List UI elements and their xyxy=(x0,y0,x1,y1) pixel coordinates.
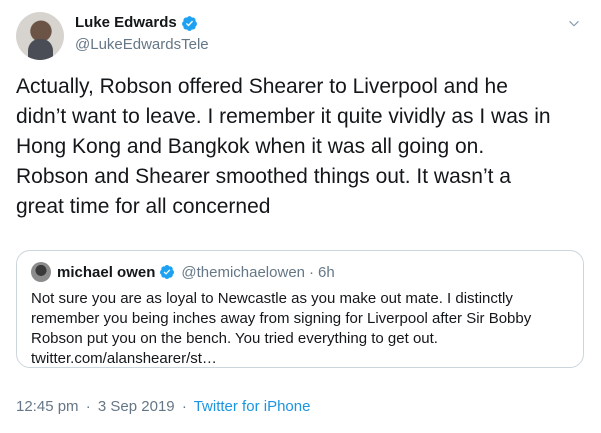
quoted-time: 6h xyxy=(318,263,335,281)
author-name[interactable]: Luke Edwards xyxy=(75,14,177,32)
verified-badge-icon xyxy=(181,15,197,31)
quoted-separator: · xyxy=(309,263,315,281)
quoted-tweet-text: Not sure you are as loyal to Newcastle a… xyxy=(31,290,532,367)
tweet-text: Actually, Robson offered Shearer to Live… xyxy=(16,75,551,218)
chevron-down-icon[interactable] xyxy=(567,17,581,31)
quoted-author-handle: @themichaelowen xyxy=(181,263,306,281)
quoted-author-name: michael owen xyxy=(57,263,156,281)
tweet-date[interactable]: 3 Sep 2019 xyxy=(98,398,175,415)
quoted-tweet-header: michael owen @themichaelowen · 6h xyxy=(31,262,335,282)
tweet-source-link[interactable]: Twitter for iPhone xyxy=(194,398,311,415)
footer-separator: · xyxy=(85,398,91,415)
footer-separator: · xyxy=(181,398,187,415)
author-info: Luke Edwards @LukeEdwardsTele xyxy=(75,14,209,54)
quoted-tweet[interactable]: michael owen @themichaelowen · 6h Not su… xyxy=(16,250,584,368)
tweet-footer: 12:45 pm · 3 Sep 2019 · Twitter for iPho… xyxy=(16,398,310,416)
author-avatar[interactable] xyxy=(16,12,64,60)
tweet-time[interactable]: 12:45 pm xyxy=(16,398,79,415)
tweet-card: Luke Edwards @LukeEdwardsTele Actually, … xyxy=(0,0,601,433)
verified-badge-icon xyxy=(160,265,175,279)
quoted-avatar xyxy=(31,262,51,282)
author-handle[interactable]: @LukeEdwardsTele xyxy=(75,36,209,54)
